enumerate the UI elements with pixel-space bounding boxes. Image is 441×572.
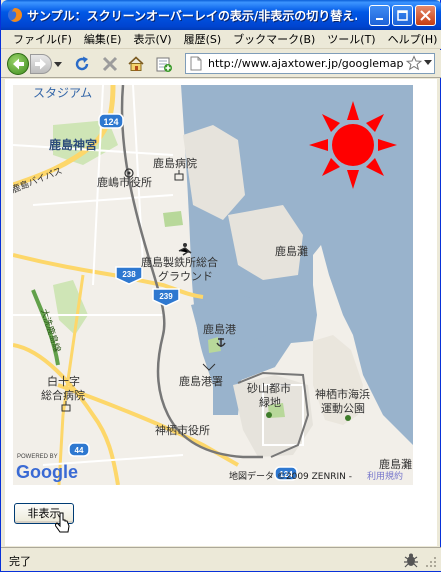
firebug-bug-icon[interactable] <box>402 551 420 569</box>
maximize-icon <box>397 10 408 21</box>
kashima-nada-label-2: 鹿島灘 <box>379 457 412 471</box>
steel-ground-label-2: グラウンド <box>158 269 213 283</box>
address-bar[interactable]: http://www.ajaxtower.jp/googlemap <box>185 53 435 74</box>
park-tree-icon-2 <box>345 415 351 421</box>
route-124-label: 124 <box>103 117 118 127</box>
resize-grip-icon[interactable] <box>425 556 437 568</box>
firefox-icon <box>8 8 22 22</box>
add-bookmark-icon[interactable] <box>155 55 173 73</box>
close-button[interactable] <box>415 5 436 26</box>
menu-help[interactable]: ヘルプ(H) <box>382 31 441 47</box>
powered-by-label: POWERED BY <box>17 454 58 460</box>
terms-link[interactable]: 利用規約 <box>367 470 403 482</box>
menu-bar: ファイル(F) 編集(E) 表示(V) 履歴(S) ブックマーク(B) ツール(… <box>1 30 441 49</box>
port-police-label: 鹿島港署 <box>179 374 223 388</box>
back-arrow-icon <box>13 58 24 70</box>
reload-icon[interactable] <box>73 55 91 73</box>
mouse-pointer-icon <box>55 512 70 533</box>
page-content: 124 238 239 44 124 スタジアム 鹿島神宮 鹿島病院 鹿嶋市役所… <box>5 79 437 546</box>
kashima-port-label: 鹿島港 <box>203 322 236 336</box>
navigation-toolbar: http://www.ajaxtower.jp/googlemap <box>1 50 441 78</box>
url-text[interactable]: http://www.ajaxtower.jp/googlemap <box>208 57 404 70</box>
home-icon[interactable] <box>127 55 145 73</box>
menu-view[interactable]: 表示(V) <box>127 31 177 47</box>
menu-file[interactable]: ファイル(F) <box>7 31 78 47</box>
window-title: サンプル：スクリーンオーバーレイの表示/非表示の切り替え... <box>27 9 357 23</box>
close-icon <box>420 10 431 21</box>
park-tree-icon <box>266 412 272 418</box>
hakujuji-label-1: 白十字 <box>47 374 80 388</box>
stop-icon[interactable] <box>101 55 119 73</box>
map-copyright: 地図データ ©2009 ZENRIN - <box>229 470 352 482</box>
stadium-label: スタジアム <box>33 86 92 100</box>
page-icon <box>190 56 202 71</box>
bookmark-star-icon[interactable] <box>406 55 422 71</box>
kashima-nada-label: 鹿島灘 <box>275 244 308 258</box>
sunayama-label-1: 砂山都市 <box>247 381 291 395</box>
steel-ground-label-1: 鹿島製鉄所総合 <box>141 255 218 269</box>
kashima-hospital-label: 鹿島病院 <box>153 156 197 170</box>
maximize-button[interactable] <box>392 5 413 26</box>
url-dropdown-icon[interactable] <box>424 60 432 66</box>
back-button[interactable] <box>7 53 29 75</box>
status-text: 完了 <box>9 555 31 568</box>
route-44-label: 44 <box>75 446 84 455</box>
menu-tools[interactable]: ツール(T) <box>321 31 381 47</box>
hakujuji-label-2: 総合病院 <box>41 388 85 402</box>
route-239-label: 239 <box>159 292 173 301</box>
kashima-jingu-label: 鹿島神宮 <box>49 137 97 152</box>
browser-window: サンプル：スクリーンオーバーレイの表示/非表示の切り替え... ファイル(F) … <box>0 0 441 572</box>
route-124-shield: 124 <box>98 113 124 129</box>
google-map[interactable]: 124 238 239 44 124 スタジアム 鹿島神宮 鹿島病院 鹿嶋市役所… <box>13 85 413 485</box>
sunayama-label-2: 緑地 <box>259 395 281 409</box>
minimize-icon <box>375 17 383 20</box>
sun-icon <box>309 101 397 189</box>
forward-arrow-icon <box>35 58 46 70</box>
kashima-city-hall-label: 鹿嶋市役所 <box>97 175 152 189</box>
title-bar: サンプル：スクリーンオーバーレイの表示/非表示の切り替え... <box>1 0 441 30</box>
route-44-shield: 44 <box>68 442 90 457</box>
kamisu-park-label-2: 運動公園 <box>321 401 365 415</box>
minimize-button[interactable] <box>369 5 390 26</box>
google-logo: Google <box>16 462 78 482</box>
kamisu-park-label-1: 神栖市海浜 <box>315 387 370 401</box>
kamisu-city-hall-label: 神栖市役所 <box>155 423 210 437</box>
menu-history[interactable]: 履歴(S) <box>178 31 228 47</box>
history-dropdown-icon[interactable] <box>53 58 63 70</box>
menu-edit[interactable]: 編集(E) <box>78 31 128 47</box>
menu-bookmarks[interactable]: ブックマーク(B) <box>227 31 321 47</box>
status-bar: 完了 <box>1 547 441 571</box>
forward-button[interactable] <box>30 54 52 74</box>
route-238-label: 238 <box>122 270 136 279</box>
